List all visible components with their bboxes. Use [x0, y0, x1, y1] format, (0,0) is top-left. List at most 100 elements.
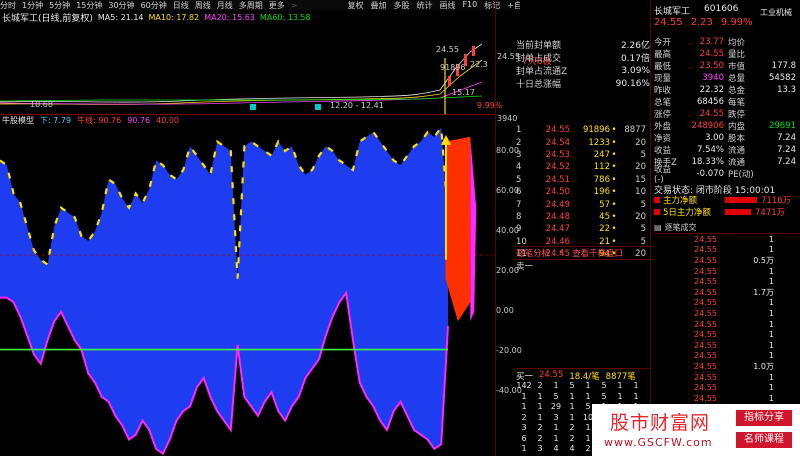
quote-row: 净资 3.00 股本 7.24 — [654, 132, 800, 144]
list-item: 24.55 1 — [654, 351, 800, 362]
tab-trade-analysis[interactable]: 逐笔分析 — [516, 247, 550, 259]
quote-label: PE(动) — [728, 170, 754, 180]
indicator-chart[interactable] — [0, 125, 495, 456]
trade-volume: 1 — [768, 351, 774, 361]
queue-cell: 1 — [553, 423, 559, 432]
ob-orders: 10 — [635, 187, 646, 198]
quote-value: 3940 — [702, 73, 724, 83]
period-tab[interactable]: 1分钟 — [22, 0, 43, 10]
table-row[interactable]: 4 24.52 112 • 20 — [516, 161, 650, 173]
queue-cell: 1 — [521, 402, 527, 411]
list-item: 24.55 1 — [654, 393, 800, 404]
list-item: 24.55 1 — [654, 319, 800, 330]
table-row[interactable]: 6 24.50 196 • 10 — [516, 186, 650, 198]
order-book: 1 24.55 91896 • 8877 2 24.54 1233 • 20 3 24.53 247 • 5… — [516, 124, 650, 260]
ob-sep: • — [611, 187, 617, 198]
quote-value: 3.00 — [705, 133, 724, 143]
queue-cell: 2 — [569, 433, 575, 443]
queue-cell: 2 — [537, 433, 543, 443]
table-row[interactable]: 8 24.48 45 • 20 — [516, 211, 650, 223]
period-tab[interactable]: 60分钟 — [141, 0, 167, 10]
period-tab[interactable]: 分时 — [0, 0, 16, 10]
tool-button[interactable]: 多股 — [393, 0, 409, 10]
ob-sep: • — [611, 199, 617, 210]
stock-name: 长城军工 — [654, 7, 691, 17]
tool-button[interactable]: +自选 — [507, 0, 520, 10]
quote-value: 23.77 — [699, 37, 724, 47]
table-row[interactable]: 5 24.51 786 • 15 — [516, 174, 650, 186]
period-tab[interactable]: 月线 — [217, 0, 233, 10]
tool-button[interactable]: 画线 — [439, 0, 455, 10]
trade-volume: 1 — [768, 319, 774, 329]
ind-axis-label: 0.00 — [496, 306, 514, 315]
trade-price: 24.55 — [694, 266, 717, 276]
summary-value: 90.16% — [615, 78, 650, 89]
trade-volume: 1.7万 — [753, 287, 774, 297]
tool-button[interactable]: 复权 — [347, 0, 363, 10]
indicator-name[interactable]: 牛股模型 — [2, 115, 34, 126]
period-tab[interactable]: 更多 — [269, 0, 285, 10]
summary-row: 十日总涨幅 90.16% — [516, 77, 650, 91]
ma10-value: MA10: 17.82 — [148, 12, 200, 22]
summary-value: 3.09% — [621, 65, 650, 76]
quote-value: 7.54% — [696, 145, 724, 155]
tool-button[interactable]: 叠加 — [370, 0, 386, 10]
trade-volume: 1 — [768, 277, 774, 287]
kline-axis-1: 22.3 — [470, 60, 488, 69]
ob-level: 6 — [516, 187, 522, 198]
quote-row: 外盘 248906 内盘 29691 — [654, 120, 800, 132]
table-row[interactable]: 1 24.55 91896 • 8877 — [516, 124, 650, 136]
tool-button[interactable]: F10 — [462, 0, 477, 10]
trade-volume: 1 — [768, 298, 774, 308]
ob-price: 24.54 — [545, 137, 570, 148]
period-tab[interactable]: 周线 — [195, 0, 211, 10]
indicator-v2: 牛线: 90.76 — [77, 115, 122, 125]
table-row: 11511511 — [516, 392, 650, 403]
queue-cell: 1 — [553, 433, 559, 443]
list-item: 24.55 1 — [654, 245, 800, 256]
queue-cell: 142 — [516, 381, 532, 390]
queue-cell: 5 — [601, 381, 607, 390]
list-item: 24.55 1 — [654, 234, 800, 245]
quote-value: 24.55 — [699, 49, 724, 59]
tool-button[interactable]: 统计 — [416, 0, 432, 10]
tool-button[interactable]: 标记 — [484, 0, 500, 10]
more-arrow[interactable]: > — [291, 1, 298, 10]
queue-cell: 1 — [633, 381, 639, 390]
trade-price: 24.55 — [694, 361, 717, 371]
period-tab[interactable]: 15分钟 — [76, 0, 102, 10]
kline-chart[interactable] — [0, 24, 495, 114]
trade-price: 24.55 — [694, 383, 717, 393]
queue-cell: 1 — [569, 391, 575, 401]
table-row[interactable]: 9 24.47 22 • 5 — [516, 223, 650, 235]
list-item: 24.55 1 — [654, 382, 800, 393]
table-row[interactable]: 7 24.49 57 • 5 — [516, 198, 650, 210]
table-row[interactable]: 3 24.53 247 • 5 — [516, 149, 650, 161]
ob-orders: 5 — [640, 199, 646, 210]
sector-label[interactable]: 工业机械 — [760, 7, 792, 18]
tick-trades-header[interactable]: ▤ 逐笔成交 — [654, 222, 800, 234]
table-row[interactable]: 2 24.54 1233 • 20 — [516, 136, 650, 148]
period-tab[interactable]: 30分钟 — [108, 0, 134, 10]
quote-row: 现量 3940 总量 54582 — [654, 72, 800, 84]
queue-cell: 3 — [521, 423, 527, 432]
ob-volume: 112 — [593, 162, 610, 173]
ob-level: 4 — [516, 162, 522, 173]
quote-row: 最高 24.55 量比 — [654, 48, 800, 60]
bolt-icon: ⚡ — [558, 248, 564, 258]
summary-label: 十日总涨幅 — [516, 80, 562, 90]
quote-label: 最高 — [654, 50, 672, 60]
quote-value: 18.33% — [691, 157, 724, 167]
trade-volume: 1 — [768, 340, 774, 350]
quote-label: 均价 — [728, 38, 746, 48]
period-tab[interactable]: 日线 — [173, 0, 189, 10]
period-tab[interactable]: 多周期 — [239, 0, 263, 10]
tab-thousand-depth[interactable]: 查看千档盘口 — [572, 247, 623, 259]
queue-cell: 2 — [537, 381, 543, 390]
kline-axis-4: 10.68 — [30, 100, 53, 109]
trade-price: 24.55 — [694, 298, 717, 308]
trade-volume: 1 — [768, 308, 774, 318]
queue-cell: 5 — [553, 391, 559, 401]
period-tab[interactable]: 5分钟 — [49, 0, 70, 10]
summary-value: 2.26亿 — [620, 41, 650, 51]
